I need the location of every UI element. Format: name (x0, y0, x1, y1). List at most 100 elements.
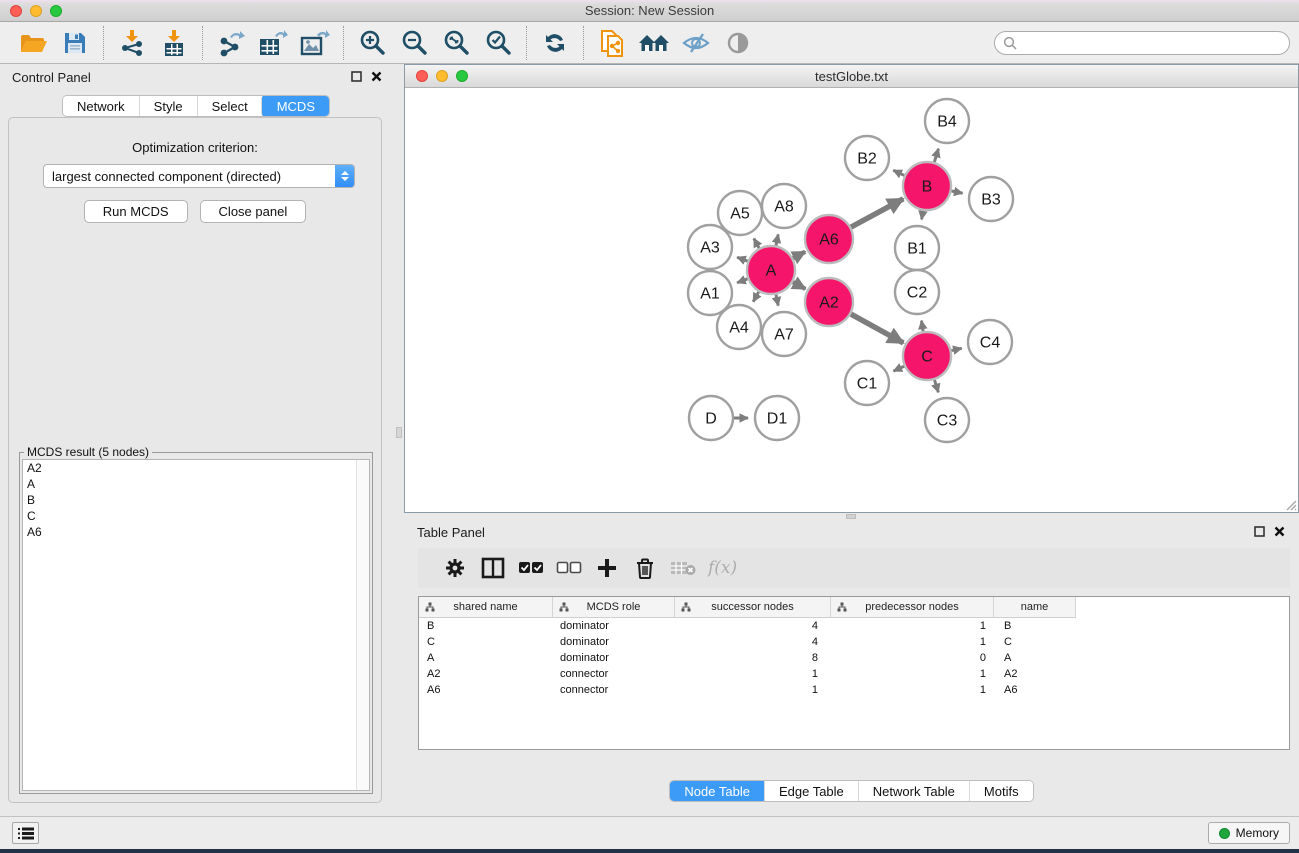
save-icon[interactable] (54, 24, 96, 62)
graph-edge-C-C4[interactable] (951, 348, 961, 350)
vertical-splitter-handle[interactable] (396, 427, 402, 438)
tab-edge-table[interactable]: Edge Table (764, 781, 858, 801)
table-cell[interactable]: dominator (553, 650, 675, 666)
graph-node-A8[interactable]: A8 (762, 184, 806, 228)
eye-icon[interactable] (717, 24, 759, 62)
table-cell[interactable]: A6 (994, 682, 1076, 698)
graph-node-A4[interactable]: A4 (717, 305, 761, 349)
graph-edge-C-C3[interactable] (934, 380, 938, 392)
open-folder-icon[interactable] (12, 24, 54, 62)
column-header-MCDS-role[interactable]: MCDS role (553, 597, 675, 618)
table-row[interactable]: Bdominator41B (419, 618, 1289, 634)
table-cell[interactable]: 1 (831, 634, 994, 650)
graph-edge-C-C1[interactable] (893, 366, 904, 371)
add-plus-icon[interactable] (588, 550, 626, 586)
graph-node-B2[interactable]: B2 (845, 136, 889, 180)
graph-edge-B-B2[interactable] (893, 170, 904, 175)
tab-network[interactable]: Network (63, 96, 139, 116)
table-cell[interactable]: 4 (675, 618, 831, 634)
tab-network-table[interactable]: Network Table (858, 781, 969, 801)
close-panel-button[interactable]: Close panel (200, 200, 307, 223)
graph-edge-A-A6[interactable] (793, 252, 805, 258)
graph-edge-A-A8[interactable] (776, 234, 778, 245)
table-cell[interactable]: A (994, 650, 1076, 666)
close-panel-icon[interactable] (371, 71, 382, 82)
tab-mcds[interactable]: MCDS (261, 95, 330, 117)
zoom-out-magnifier-icon[interactable] (393, 24, 435, 62)
trash-icon[interactable] (626, 550, 664, 586)
result-item[interactable]: C (23, 508, 369, 524)
graph-edge-C-C2[interactable] (921, 321, 923, 332)
search-input[interactable] (1022, 36, 1289, 50)
table-cell[interactable]: 8 (675, 650, 831, 666)
graph-node-A2[interactable]: A2 (805, 278, 853, 326)
table-cell[interactable]: connector (553, 682, 675, 698)
column-header-shared-name[interactable]: shared name (419, 597, 553, 618)
graph-edge-A6-B[interactable] (851, 199, 903, 227)
graph-node-C[interactable]: C (903, 332, 951, 380)
tab-motifs[interactable]: Motifs (969, 781, 1033, 801)
table-cell[interactable]: 1 (675, 666, 831, 682)
double-home-icon[interactable] (633, 24, 675, 62)
table-cell[interactable]: A2 (419, 666, 553, 682)
graph-edge-A-A4[interactable] (753, 292, 759, 302)
graph-node-B3[interactable]: B3 (969, 177, 1013, 221)
graph-node-A5[interactable]: A5 (718, 191, 762, 235)
split-columns-icon[interactable] (474, 550, 512, 586)
delete-table-icon[interactable] (664, 550, 702, 586)
graph-edge-A-A1[interactable] (737, 279, 747, 283)
eye-slash-icon[interactable] (675, 24, 717, 62)
graph-edge-A-A7[interactable] (776, 294, 778, 305)
table-row[interactable]: Adominator80A (419, 650, 1289, 666)
deselect-all-checkboxes-icon[interactable] (550, 550, 588, 586)
table-cell[interactable]: 0 (831, 650, 994, 666)
table-row[interactable]: Cdominator41C (419, 634, 1289, 650)
table-cell[interactable]: 1 (831, 618, 994, 634)
graph-node-D[interactable]: D (689, 396, 733, 440)
optimization-select[interactable]: largest connected component (directed) (43, 164, 355, 188)
table-row[interactable]: A2connector11A2 (419, 666, 1289, 682)
graph-node-A7[interactable]: A7 (762, 312, 806, 356)
refresh-arrows-icon[interactable] (534, 24, 576, 62)
zoom-fit-magnifier-icon[interactable] (435, 24, 477, 62)
zoom-selected-magnifier-icon[interactable] (477, 24, 519, 62)
graph-node-C1[interactable]: C1 (845, 361, 889, 405)
table-cell[interactable]: dominator (553, 618, 675, 634)
graph-edge-B-B1[interactable] (922, 211, 923, 220)
graph-node-A6[interactable]: A6 (805, 215, 853, 263)
graph-node-C4[interactable]: C4 (968, 320, 1012, 364)
graph-node-C2[interactable]: C2 (895, 270, 939, 314)
column-header-predecessor-nodes[interactable]: predecessor nodes (831, 597, 994, 618)
table-cell[interactable]: connector (553, 666, 675, 682)
table-cell[interactable]: C (994, 634, 1076, 650)
memory-button[interactable]: Memory (1208, 822, 1290, 844)
table-cell[interactable]: 1 (831, 682, 994, 698)
graph-node-D1[interactable]: D1 (755, 396, 799, 440)
duplicate-network-document-icon[interactable] (591, 24, 633, 62)
result-item[interactable]: A (23, 476, 369, 492)
graph-edge-A-A3[interactable] (737, 257, 747, 261)
graph-node-B1[interactable]: B1 (895, 226, 939, 270)
table-cell[interactable]: 4 (675, 634, 831, 650)
resize-grip[interactable] (1283, 497, 1297, 511)
export-image-icon[interactable] (294, 24, 336, 62)
table-cell[interactable]: B (994, 618, 1076, 634)
result-item[interactable]: B (23, 492, 369, 508)
tab-style[interactable]: Style (139, 96, 197, 116)
graph-edge-A2-C[interactable] (851, 314, 903, 343)
graph-edge-B-B3[interactable] (951, 191, 962, 193)
select-all-checkboxes-icon[interactable] (512, 550, 550, 586)
close-table-panel-icon[interactable] (1274, 526, 1285, 537)
graph-node-B[interactable]: B (903, 162, 951, 210)
tab-select[interactable]: Select (197, 96, 262, 116)
network-window-titlebar[interactable]: testGlobe.txt (405, 65, 1298, 88)
task-history-button[interactable] (12, 822, 39, 844)
graph-edge-A-A5[interactable] (754, 238, 759, 248)
column-header-successor-nodes[interactable]: successor nodes (675, 597, 831, 618)
export-table-icon[interactable] (252, 24, 294, 62)
import-table-icon[interactable] (153, 24, 195, 62)
result-item[interactable]: A6 (23, 524, 369, 540)
float-panel-icon[interactable] (351, 71, 362, 82)
graph-node-A[interactable]: A (747, 246, 795, 294)
function-fx-icon[interactable]: f(x) (708, 558, 737, 578)
